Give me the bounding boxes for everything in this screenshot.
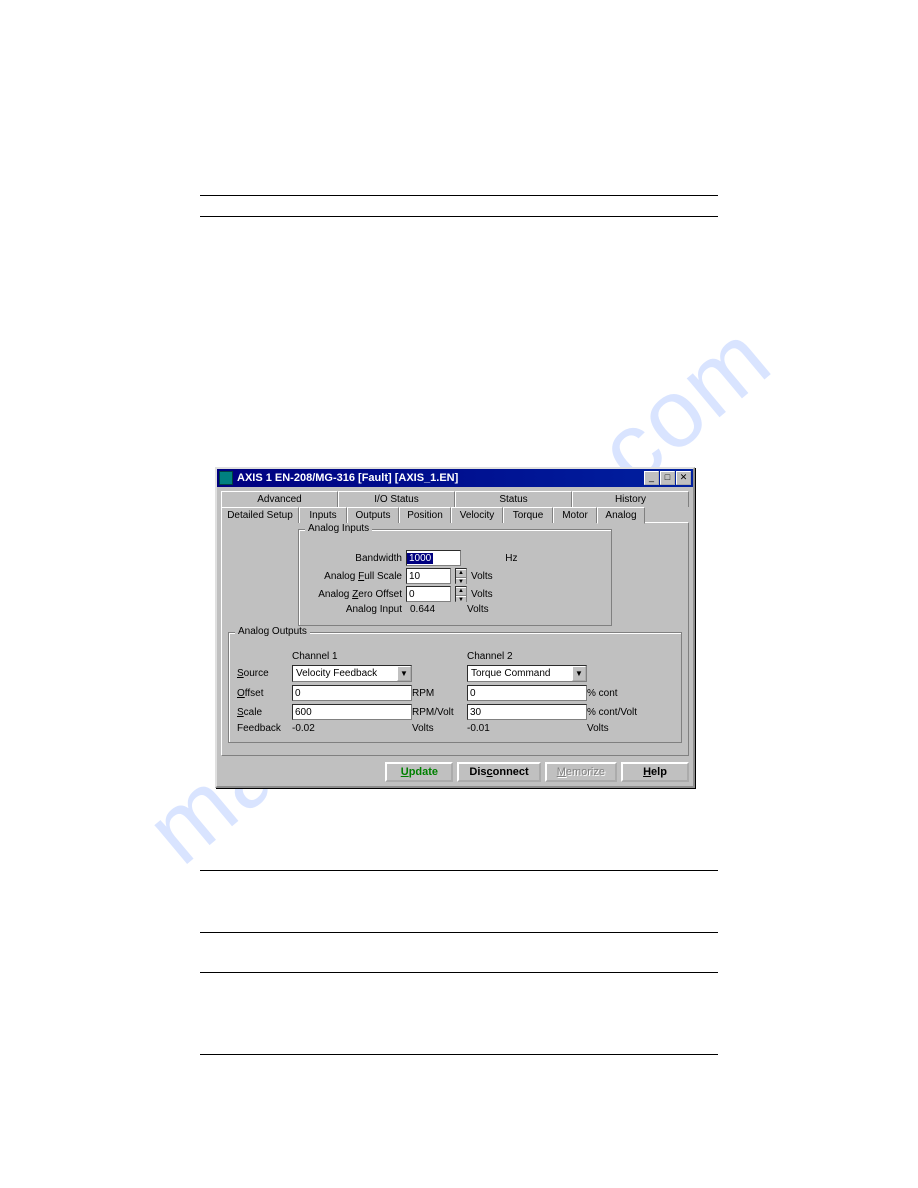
help-button[interactable]: Help — [621, 762, 689, 782]
analog-outputs-group: Analog Outputs Channel 1 Channel 2 Sourc… — [228, 632, 682, 743]
feedback1-value: -0.02 — [292, 723, 412, 734]
analog-input-value: 0.644 — [406, 604, 463, 615]
feedback1-unit: Volts — [412, 723, 467, 734]
tab-history[interactable]: History — [572, 491, 689, 507]
offset2-input[interactable] — [467, 685, 587, 701]
analog-outputs-title: Analog Outputs — [235, 626, 310, 637]
tab-io-status[interactable]: I/O Status — [338, 491, 455, 507]
analog-input-label: Analog Input — [307, 604, 402, 615]
app-window: AXIS 1 EN-208/MG-316 [Fault] [AXIS_1.EN]… — [215, 467, 695, 788]
spin-down-icon[interactable]: ▼ — [456, 596, 466, 604]
scale2-unit: % cont/Volt — [587, 707, 642, 718]
fullscale-input[interactable] — [406, 568, 451, 584]
fullscale-spinner[interactable]: ▲▼ — [455, 568, 467, 584]
bandwidth-unit: Hz — [475, 553, 517, 564]
source-label: Source — [237, 668, 292, 679]
offset1-input[interactable] — [292, 685, 412, 701]
fullscale-unit: Volts — [471, 571, 493, 582]
scale1-unit: RPM/Volt — [412, 707, 467, 718]
offset1-unit: RPM — [412, 688, 467, 699]
offset2-unit: % cont — [587, 688, 642, 699]
tab-motor[interactable]: Motor — [553, 507, 597, 523]
bandwidth-value-selected: 1000 — [407, 553, 433, 564]
feedback2-value: -0.01 — [467, 723, 587, 734]
window-title: AXIS 1 EN-208/MG-316 [Fault] [AXIS_1.EN] — [237, 472, 644, 484]
chevron-down-icon[interactable]: ▼ — [397, 666, 411, 681]
tab-analog[interactable]: Analog — [597, 507, 645, 524]
analog-input-unit: Volts — [467, 604, 489, 615]
feedback2-unit: Volts — [587, 723, 642, 734]
minimize-button[interactable]: _ — [644, 471, 659, 485]
fullscale-label: Analog Full Scale — [307, 571, 402, 582]
spin-down-icon[interactable]: ▼ — [456, 578, 466, 586]
spin-up-icon[interactable]: ▲ — [456, 569, 466, 578]
tab-advanced[interactable]: Advanced — [221, 491, 338, 507]
source2-select[interactable]: Torque Command▼ — [467, 665, 587, 682]
bandwidth-label: Bandwidth — [307, 553, 402, 564]
maximize-button[interactable]: □ — [660, 471, 675, 485]
feedback-label: Feedback — [237, 723, 292, 734]
app-icon — [219, 471, 233, 485]
analog-inputs-title: Analog Inputs — [305, 523, 372, 534]
channel2-header: Channel 2 — [467, 651, 587, 662]
close-button[interactable]: ✕ — [676, 471, 691, 485]
zero-offset-unit: Volts — [471, 589, 493, 600]
offset-label: Offset — [237, 688, 292, 699]
disconnect-button[interactable]: Disconnect — [457, 762, 540, 782]
chevron-down-icon[interactable]: ▼ — [572, 666, 586, 681]
zero-offset-input[interactable] — [406, 586, 451, 602]
tab-torque[interactable]: Torque — [503, 507, 553, 523]
zero-offset-spinner[interactable]: ▲▼ — [455, 586, 467, 602]
tab-outputs[interactable]: Outputs — [347, 507, 399, 523]
tab-position[interactable]: Position — [399, 507, 451, 523]
source1-select[interactable]: Velocity Feedback▼ — [292, 665, 412, 682]
channel1-header: Channel 1 — [292, 651, 412, 662]
analog-inputs-group: Analog Inputs Bandwidth 1000 Hz Analog F… — [298, 529, 612, 626]
scale1-input[interactable] — [292, 704, 412, 720]
scale2-input[interactable] — [467, 704, 587, 720]
tab-inputs[interactable]: Inputs — [299, 507, 347, 523]
zero-offset-label: Analog Zero Offset — [307, 589, 402, 600]
tab-detailed-setup[interactable]: Detailed Setup — [221, 507, 299, 523]
scale-label: Scale — [237, 707, 292, 718]
update-button[interactable]: Update — [385, 762, 453, 782]
tab-status[interactable]: Status — [455, 491, 572, 507]
titlebar[interactable]: AXIS 1 EN-208/MG-316 [Fault] [AXIS_1.EN]… — [217, 469, 693, 487]
memorize-button[interactable]: Memorize — [545, 762, 617, 782]
tab-velocity[interactable]: Velocity — [451, 507, 503, 523]
spin-up-icon[interactable]: ▲ — [456, 587, 466, 596]
